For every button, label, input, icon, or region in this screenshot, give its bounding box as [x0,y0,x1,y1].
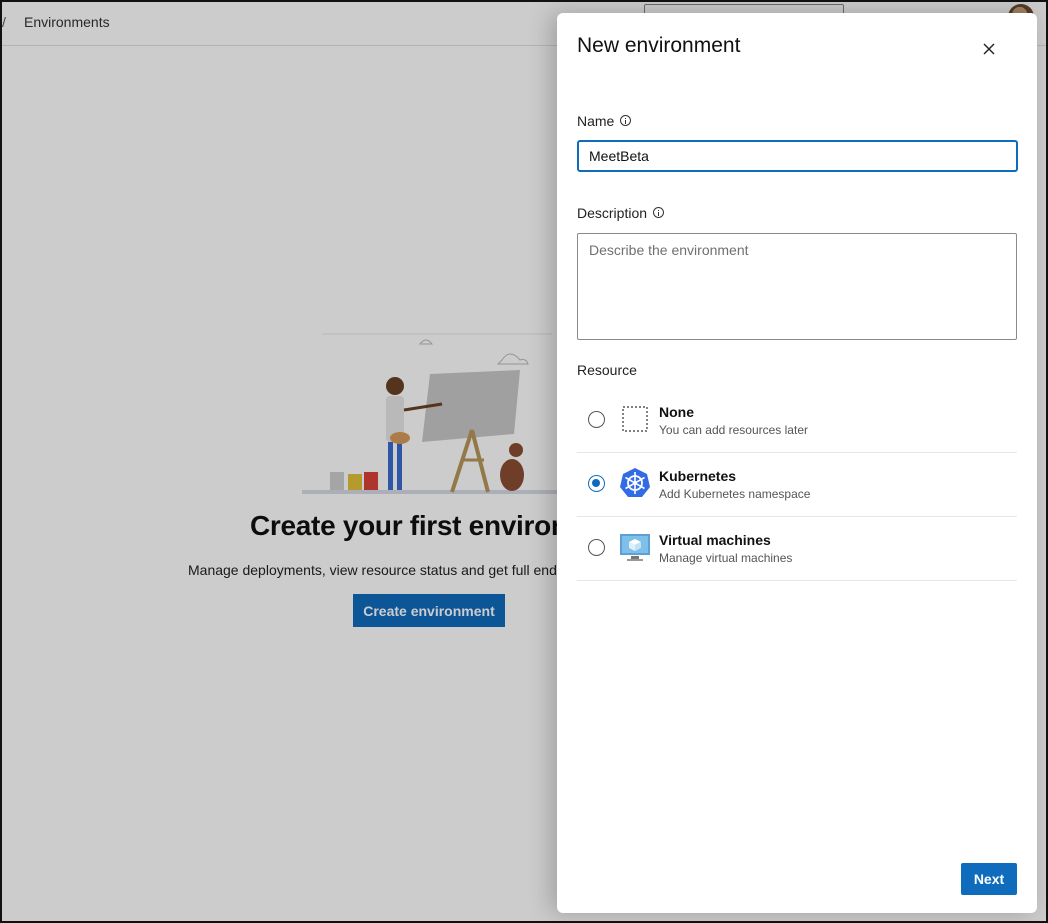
info-icon[interactable] [653,206,665,218]
resource-name: None [659,404,694,420]
close-icon [983,43,995,55]
name-label: Name [577,113,632,129]
kubernetes-icon [620,468,650,497]
next-button[interactable]: Next [961,863,1017,895]
description-label-text: Description [577,205,648,221]
resource-option-kubernetes[interactable]: Kubernetes Add Kubernetes namespace [577,453,1017,517]
description-input[interactable] [577,233,1017,340]
description-label: Description [577,205,665,221]
name-input[interactable] [577,140,1018,172]
window-frame: / Environments Create your first environ… [0,0,1048,923]
radio-virtual-machines[interactable] [588,539,605,556]
virtual-machine-icon [620,534,650,561]
resource-subtitle: You can add resources later [659,423,808,437]
radio-kubernetes[interactable] [588,475,605,492]
radio-none[interactable] [588,411,605,428]
new-environment-panel: New environment Name Description Resourc… [557,13,1037,913]
resource-subtitle: Manage virtual machines [659,551,793,565]
resource-label: Resource [577,362,637,378]
resource-list: None You can add resources later Kuberne… [577,389,1017,581]
resource-name: Virtual machines [659,532,771,548]
close-button[interactable] [977,37,1001,61]
info-icon[interactable] [620,114,632,126]
dotted-box-icon [622,406,648,432]
panel-title: New environment [577,34,741,57]
resource-option-virtual-machines[interactable]: Virtual machines Manage virtual machines [577,517,1017,581]
resource-subtitle: Add Kubernetes namespace [659,487,811,501]
resource-name: Kubernetes [659,468,737,484]
resource-label-text: Resource [577,362,637,378]
resource-option-none[interactable]: None You can add resources later [577,389,1017,453]
name-label-text: Name [577,113,615,129]
